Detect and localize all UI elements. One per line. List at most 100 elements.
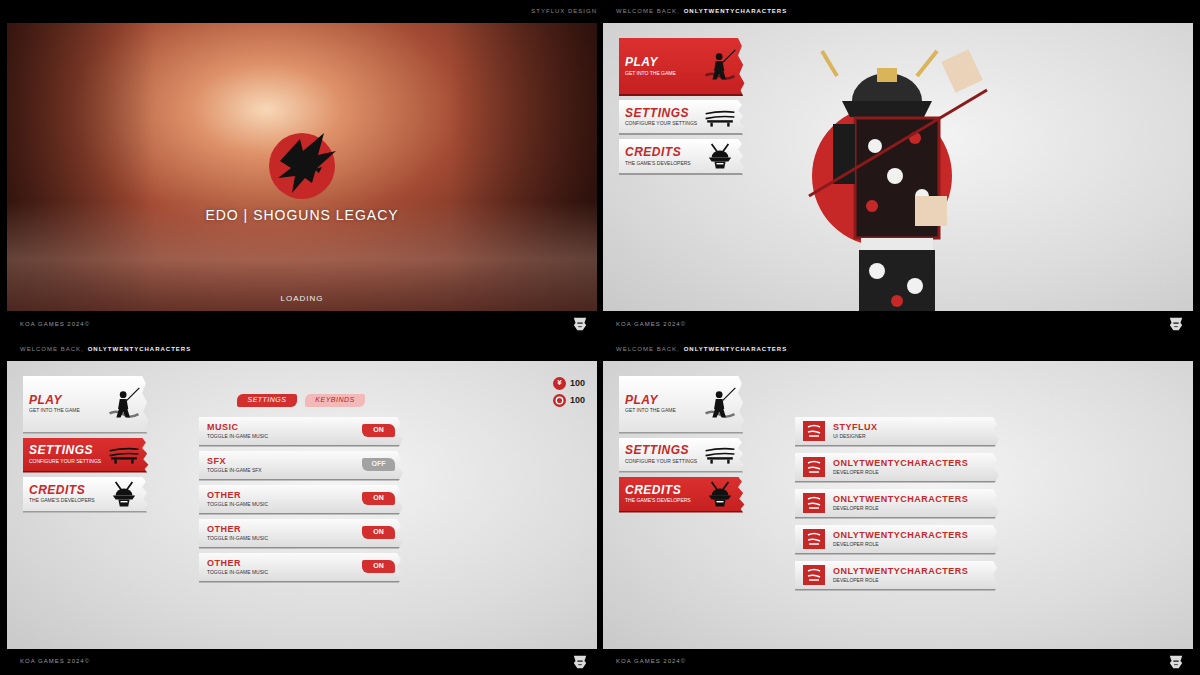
brush-icon: [803, 457, 825, 477]
menu-card[interactable]: CREDITSTHE GAME'S DEVELOPERS: [23, 477, 151, 513]
toggle-switch[interactable]: ON: [362, 560, 395, 573]
settings-tabs: SETTINGS KEYBINDS: [199, 394, 403, 407]
menu-label[interactable]: CREDITS: [29, 484, 103, 497]
credit-name: ONLYTWENTYCHARACTERS: [833, 566, 991, 576]
eagle-logo-icon: [262, 131, 342, 201]
menu-card[interactable]: PLAYGET INTO THE GAME: [619, 376, 747, 434]
menu-caption: CONFIGURE YOUR SETTINGS: [29, 458, 103, 464]
username: ONLYTWENTYCHARACTERS: [684, 7, 787, 16]
credit-row: STYFLUXUI DESIGNER: [795, 417, 999, 447]
currency-item: 100: [553, 394, 585, 408]
samurai-icon: [703, 47, 737, 85]
toggle-caption: TOGGLE IN-GAME MUSIC: [207, 569, 354, 575]
menu-label[interactable]: SETTINGS: [625, 444, 699, 457]
credits-list: STYFLUXUI DESIGNERONLYTWENTYCHARACTERSDE…: [795, 376, 999, 591]
menu-label[interactable]: PLAY: [29, 394, 103, 407]
toggle-label: OTHER: [207, 490, 354, 500]
header-label: WELCOME BACK,: [20, 345, 84, 354]
toggle-caption: TOGGLE IN-GAME MUSIC: [207, 501, 354, 507]
frame-header: WELCOME BACK, ONLYTWENTYCHARACTERS: [7, 338, 597, 361]
menu-caption: CONFIGURE YOUR SETTINGS: [625, 458, 699, 464]
brush-icon: [803, 565, 825, 585]
menu-caption: GET INTO THE GAME: [625, 407, 699, 413]
toggle-caption: TOGGLE IN-GAME SFX: [207, 467, 354, 473]
menu-label[interactable]: PLAY: [625, 394, 699, 407]
menu-card[interactable]: PLAYGET INTO THE GAME: [619, 38, 747, 96]
menu-label[interactable]: PLAY: [625, 56, 699, 69]
toggle-switch[interactable]: ON: [362, 526, 395, 539]
credit-role: DEVELOPER ROLE: [833, 541, 991, 547]
toggle-row: OTHERTOGGLE IN-GAME MUSICON: [199, 553, 403, 583]
loading-label: LOADING: [280, 293, 323, 305]
toggle-switch[interactable]: ON: [362, 424, 395, 437]
settings-list: SETTINGSKEYBINDSMUSICTOGGLE IN-GAME MUSI…: [199, 376, 403, 583]
menu-card[interactable]: SETTINGSCONFIGURE YOUR SETTINGS: [619, 100, 747, 135]
helmet-icon: [703, 480, 737, 508]
menu-caption: THE GAME'S DEVELOPERS: [625, 497, 699, 503]
toggle-caption: TOGGLE IN-GAME MUSIC: [207, 535, 354, 541]
toggle-switch[interactable]: OFF: [362, 458, 395, 471]
menu-card[interactable]: SETTINGSCONFIGURE YOUR SETTINGS: [23, 438, 151, 473]
currency-amount: 100: [570, 377, 585, 391]
frame-footer: KOA GAMES 2024©: [603, 649, 1193, 675]
credits-screen: PLAYGET INTO THE GAME SETTINGSCONFIGURE Y…: [603, 361, 1193, 649]
menu-card[interactable]: CREDITSTHE GAME'S DEVELOPERS: [619, 139, 747, 175]
frame-header: WELCOME BACK,ONLYTWENTYCHARACTERS: [603, 0, 1193, 23]
currency-panel: ¥100100: [553, 376, 585, 408]
menu-caption: GET INTO THE GAME: [625, 70, 699, 76]
credit-name: STYFLUX: [833, 422, 991, 432]
samurai-icon: [703, 385, 737, 423]
samurai-character-icon: [797, 46, 993, 311]
studio-logo-icon: [1167, 654, 1185, 670]
coin-icon: [553, 394, 566, 407]
menu-caption: CONFIGURE YOUR SETTINGS: [625, 120, 699, 126]
menu-card[interactable]: SETTINGSCONFIGURE YOUR SETTINGS: [619, 438, 747, 473]
credit-role: DEVELOPER ROLE: [833, 505, 991, 511]
brush-icon: [803, 529, 825, 549]
credit-row: ONLYTWENTYCHARACTERSDEVELOPER ROLE: [795, 489, 999, 519]
frame-footer: KOA GAMES 2024©: [603, 311, 1193, 338]
brush-icon: [803, 493, 825, 513]
loading-screen: EDO | SHOGUNS LEGACY LOADING: [7, 23, 597, 311]
header-label: WELCOME BACK,: [616, 345, 680, 354]
copyright: KOA GAMES 2024©: [616, 320, 686, 329]
menu-label[interactable]: SETTINGS: [29, 444, 103, 457]
brush-icon: [803, 421, 825, 441]
game-title: EDO | SHOGUNS LEGACY: [205, 205, 398, 226]
toggle-label: SFX: [207, 456, 354, 466]
menu-card[interactable]: CREDITSTHE GAME'S DEVELOPERS: [619, 477, 747, 513]
menu-label[interactable]: CREDITS: [625, 146, 699, 159]
currency-item: ¥100: [553, 377, 585, 391]
menu-label[interactable]: SETTINGS: [625, 107, 699, 120]
studio-logo-icon: [571, 654, 589, 670]
menu-label[interactable]: CREDITS: [625, 484, 699, 497]
toggle-switch[interactable]: ON: [362, 492, 395, 505]
credit-name: ONLYTWENTYCHARACTERS: [833, 494, 991, 504]
credit-role: DEVELOPER ROLE: [833, 577, 991, 583]
main-menu: PLAYGET INTO THE GAME SETTINGSCONFIGURE Y…: [619, 376, 747, 513]
studio-logo-icon: [571, 316, 589, 332]
settings-tab[interactable]: KEYBINDS: [305, 394, 365, 407]
menu-card[interactable]: PLAYGET INTO THE GAME: [23, 376, 151, 434]
menu-caption: THE GAME'S DEVELOPERS: [29, 497, 103, 503]
username: ONLYTWENTYCHARACTERS: [684, 345, 787, 354]
frame-footer: KOA GAMES 2024©: [7, 311, 597, 338]
katana-icon: [703, 107, 737, 127]
currency-amount: 100: [570, 394, 585, 408]
frame: WELCOME BACK,ONLYTWENTYCHARACTERS PLAYGET…: [603, 0, 1193, 338]
toggle-row: SFXTOGGLE IN-GAME SFX OFF: [199, 451, 403, 481]
username: ONLYTWENTYCHARACTERS: [88, 345, 191, 354]
main-menu: PLAYGET INTO THE GAME SETTINGSCONFIGURE Y…: [619, 38, 747, 175]
katana-icon: [703, 444, 737, 464]
toggle-row: OTHERTOGGLE IN-GAME MUSIC ON: [199, 485, 403, 515]
toggle-label: MUSIC: [207, 422, 354, 432]
katana-icon: [107, 444, 141, 464]
credit-row: ONLYTWENTYCHARACTERSDEVELOPER ROLE: [795, 453, 999, 483]
settings-tab[interactable]: SETTINGS: [237, 394, 297, 407]
samurai-icon: [107, 385, 141, 423]
copyright: KOA GAMES 2024©: [616, 657, 686, 666]
header-label: STYFLUX DESIGN: [531, 7, 597, 16]
toggle-caption: TOGGLE IN-GAME MUSIC: [207, 433, 354, 439]
toggle-label: OTHER: [207, 524, 354, 534]
credit-row: ONLYTWENTYCHARACTERSDEVELOPER ROLE: [795, 561, 999, 591]
